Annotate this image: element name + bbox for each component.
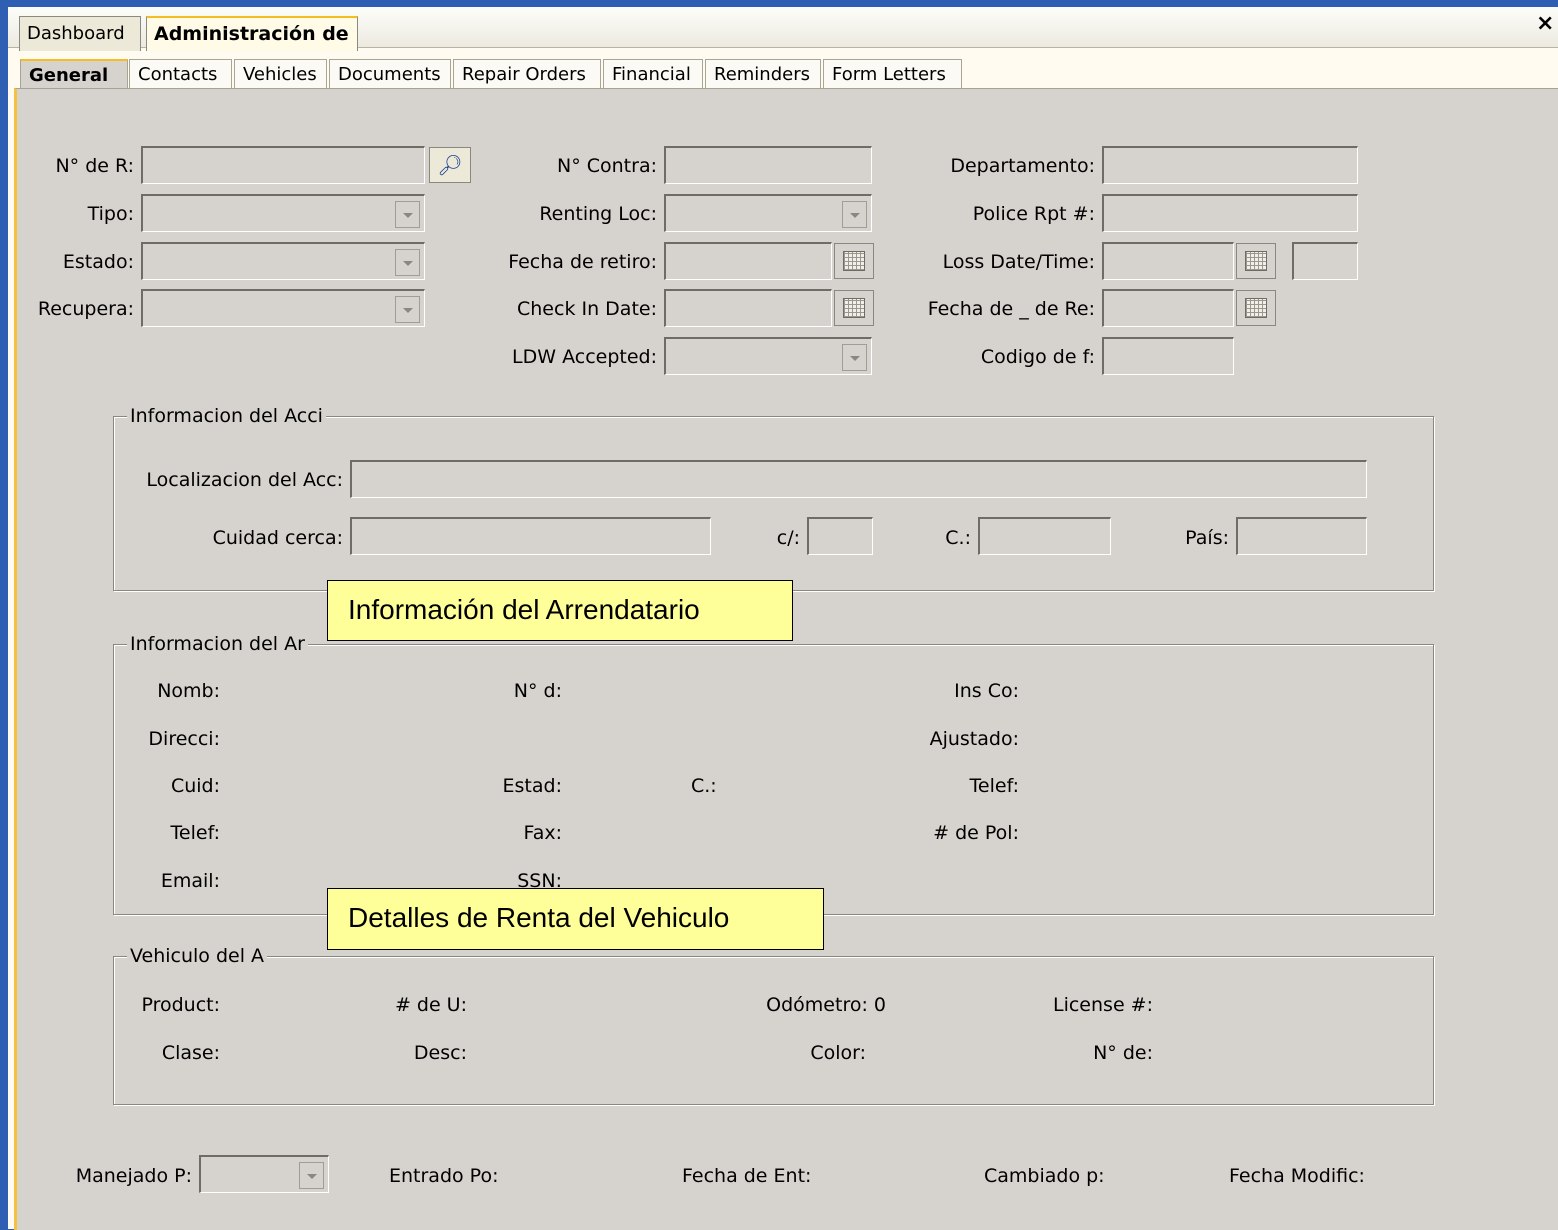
localizacion-label: Localizacion del Acc:	[146, 469, 343, 491]
callout-arrendatario: Información del Arrendatario	[327, 580, 793, 641]
fax-label: Fax:	[523, 822, 562, 844]
telef-label: Telef:	[170, 822, 220, 844]
ldw-label: LDW Accepted:	[512, 346, 657, 368]
codigo-label: Codigo de f:	[980, 346, 1095, 368]
ldw-select[interactable]	[664, 337, 872, 375]
ajustado-label: Ajustado:	[929, 728, 1019, 750]
calendar-icon[interactable]	[834, 243, 874, 279]
telef2-label: Telef:	[969, 775, 1019, 797]
chevron-down-icon[interactable]	[395, 249, 420, 276]
direcci-label: Direcci:	[148, 728, 220, 750]
cp-label: C.:	[945, 527, 971, 549]
c-label: c/:	[776, 527, 800, 549]
color-label: Color:	[810, 1042, 866, 1064]
nro-input[interactable]	[141, 146, 425, 184]
nro-label: N° de R:	[55, 155, 134, 177]
entrado-label: Entrado Po:	[389, 1165, 499, 1187]
pol-label: # de Pol:	[933, 822, 1019, 844]
unidad-label: # de U:	[394, 994, 467, 1016]
cuid-label: Cuid:	[170, 775, 220, 797]
estado-label: Estado:	[62, 251, 134, 273]
estad-label: Estad:	[502, 775, 562, 797]
subtab-documents[interactable]: Documents	[329, 59, 451, 90]
pais-label: País:	[1185, 527, 1229, 549]
c-input[interactable]	[807, 517, 873, 555]
subtab-financial[interactable]: Financial	[603, 59, 703, 90]
manejado-select[interactable]	[199, 1155, 329, 1193]
clase-label: Clase:	[161, 1042, 220, 1064]
odometro-label: Odómetro: 0	[766, 994, 886, 1016]
renter-group-title: Informacion del Ar	[127, 633, 308, 655]
retiro-input[interactable]	[664, 242, 832, 280]
product-label: Product:	[141, 994, 220, 1016]
ciudad-input[interactable]	[350, 517, 711, 555]
subtab-contacts[interactable]: Contacts	[129, 59, 232, 90]
pais-input[interactable]	[1236, 517, 1367, 555]
checkin-label: Check In Date:	[517, 298, 657, 320]
close-icon[interactable]: ×	[1536, 12, 1554, 36]
subtab-form-letters[interactable]: Form Letters	[823, 59, 962, 90]
checkin-input[interactable]	[664, 289, 832, 327]
recupera-label: Recupera:	[37, 298, 134, 320]
localizacion-input[interactable]	[350, 460, 1367, 498]
renter-group	[113, 644, 1434, 915]
chevron-down-icon[interactable]	[299, 1162, 324, 1189]
chevron-down-icon[interactable]	[842, 201, 867, 228]
chevron-down-icon[interactable]	[395, 201, 420, 228]
tipo-select[interactable]	[141, 194, 425, 232]
chevron-down-icon[interactable]	[842, 344, 867, 371]
chevron-down-icon[interactable]	[395, 296, 420, 323]
calendar-icon[interactable]	[834, 290, 874, 326]
subtab-reminders[interactable]: Reminders	[705, 59, 821, 90]
nomb-label: Nomb:	[157, 680, 220, 702]
insco-label: Ins Co:	[954, 680, 1019, 702]
fecha-ent-label: Fecha de Ent:	[682, 1165, 812, 1187]
nd-label: N° d:	[513, 680, 562, 702]
calendar-icon[interactable]	[1236, 243, 1276, 279]
accident-group-title: Informacion del Acci	[127, 405, 326, 427]
cambiado-label: Cambiado p:	[984, 1165, 1105, 1187]
subtab-general[interactable]: General	[20, 59, 128, 91]
loss-time-input[interactable]	[1292, 242, 1358, 280]
depto-label: Departamento:	[950, 155, 1095, 177]
subtab-repair-orders[interactable]: Repair Orders	[453, 59, 601, 90]
callout-renta: Detalles de Renta del Vehiculo	[327, 888, 824, 950]
vehicle-group-title: Vehiculo del A	[127, 945, 268, 967]
recupera-select[interactable]	[141, 289, 425, 327]
renting-label: Renting Loc:	[539, 203, 657, 225]
contra-input[interactable]	[664, 146, 872, 184]
cp-input[interactable]	[978, 517, 1111, 555]
desc-label: Desc:	[413, 1042, 467, 1064]
loss-label: Loss Date/Time:	[942, 251, 1095, 273]
fechare-input[interactable]	[1102, 289, 1234, 327]
nde-label: N° de:	[1093, 1042, 1153, 1064]
contra-label: N° Contra:	[557, 155, 657, 177]
license-label: License #:	[1053, 994, 1153, 1016]
renting-select[interactable]	[664, 194, 872, 232]
email-label: Email:	[160, 870, 220, 892]
tab-administracion[interactable]: Administración de	[146, 16, 358, 51]
loss-date-input[interactable]	[1102, 242, 1234, 280]
accident-group	[113, 416, 1434, 591]
vehicle-group	[113, 956, 1434, 1105]
calendar-icon[interactable]	[1236, 290, 1276, 326]
window-tabbar: Dashboard Administración de	[8, 7, 1558, 51]
police-label: Police Rpt #:	[972, 203, 1095, 225]
tab-dashboard[interactable]: Dashboard	[19, 16, 141, 51]
retiro-label: Fecha de retiro:	[508, 251, 657, 273]
manejado-label: Manejado P:	[75, 1165, 192, 1187]
codigo-input[interactable]	[1102, 337, 1234, 375]
fechare-label: Fecha de _ de Re:	[927, 298, 1095, 320]
subtab-vehicles[interactable]: Vehicles	[234, 59, 327, 90]
police-input[interactable]	[1102, 194, 1358, 232]
ciudad-label: Cuidad cerca:	[212, 527, 343, 549]
fecha-mod-label: Fecha Modific:	[1229, 1165, 1365, 1187]
c2-label: C.:	[691, 775, 717, 797]
depto-input[interactable]	[1102, 146, 1358, 184]
estado-select[interactable]	[141, 242, 425, 280]
tipo-label: Tipo:	[87, 203, 134, 225]
